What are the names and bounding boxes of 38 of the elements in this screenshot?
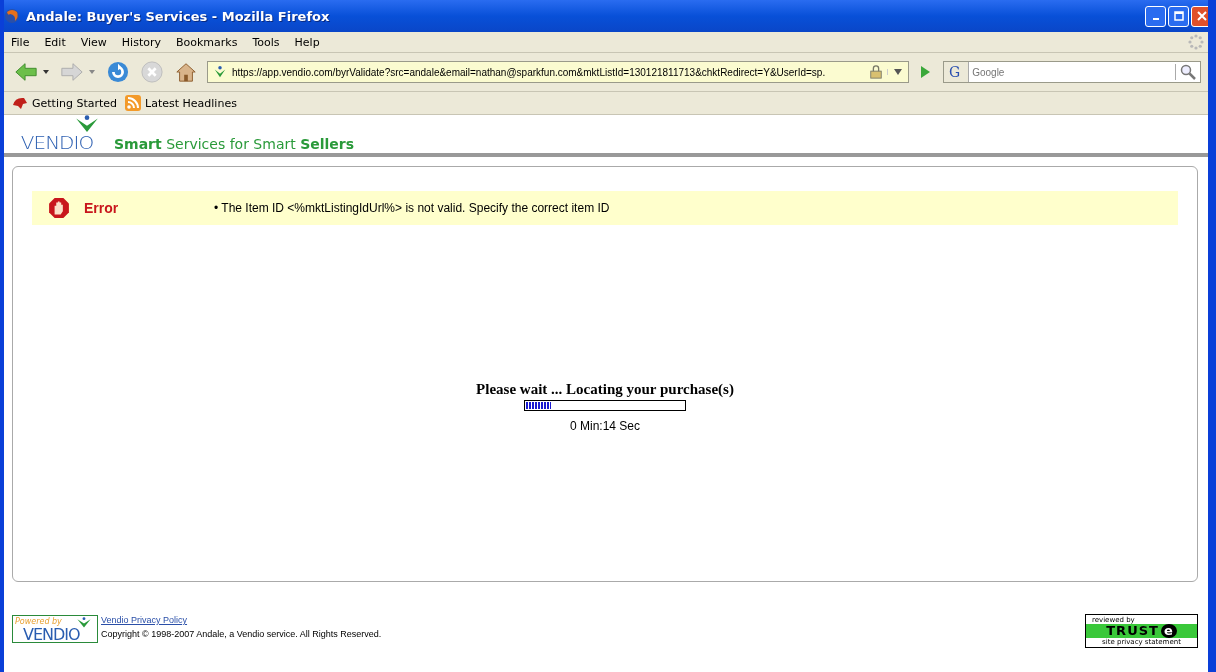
bookmark-icon	[12, 95, 28, 111]
minimize-icon	[1152, 18, 1159, 20]
vendio-logo: VENDIO	[6, 115, 108, 153]
lock-icon	[869, 65, 883, 79]
site-icon	[213, 65, 227, 79]
bookmark-item[interactable]: Latest Headlines	[125, 95, 237, 111]
error-label: Error	[84, 200, 120, 216]
menu-item[interactable]: Help	[294, 35, 320, 49]
address-bar[interactable]: https://app.vendio.com/byrValidate?src=andale&email=nathan@sparkfun.com&mktListId=130121811713&chktRedirect=Y&UserId=sp.	[207, 61, 909, 83]
wait-message: Please wait ... Locating your purchase(s)	[476, 381, 734, 398]
reload-icon[interactable]	[106, 61, 130, 83]
powered-by-badge[interactable]: Powered by VENDIO	[12, 615, 98, 643]
menu-item[interactable]: View	[80, 35, 107, 49]
close-button[interactable]	[1191, 5, 1208, 27]
menu-item[interactable]: Edit	[44, 35, 66, 49]
close-icon	[1196, 11, 1207, 21]
elapsed-time: 0 Min:14 Sec	[569, 419, 640, 433]
privacy-policy-link[interactable]: Vendio Privacy Policy	[101, 615, 382, 625]
search-engine-button[interactable]: G	[944, 62, 970, 82]
menu-item[interactable]: Tools	[252, 35, 280, 49]
error-message: • The Item ID <%mktListingIdUrl%> is not valid. Specify the correct item ID	[214, 201, 610, 215]
maximize-button[interactable]	[1168, 5, 1189, 27]
minimize-button[interactable]	[1145, 5, 1166, 27]
caret-icon[interactable]	[43, 70, 49, 74]
menu-item[interactable]: History	[121, 35, 161, 49]
tagline: Smart Services for Smart Sellers	[114, 135, 355, 153]
home-icon[interactable]	[174, 61, 198, 83]
copyright-text: Copyright © 1998-2007 Andale, a Vendio service. All Rights Reserved.	[101, 629, 382, 639]
menu-item[interactable]: File	[11, 35, 30, 49]
search-box[interactable]: G Google	[943, 61, 1201, 83]
maximize-icon	[1173, 11, 1184, 21]
stop-hand-icon	[48, 197, 70, 219]
menu-item[interactable]: Bookmarks	[176, 35, 238, 49]
rss-feed-icon	[125, 95, 142, 111]
throbber-icon	[1188, 34, 1204, 50]
bookmark-item[interactable]: Getting Started	[12, 95, 118, 111]
window-title: Andale: Buyer's Services - Mozilla Firefox	[26, 8, 331, 24]
back-arrow-icon[interactable]	[14, 61, 38, 83]
